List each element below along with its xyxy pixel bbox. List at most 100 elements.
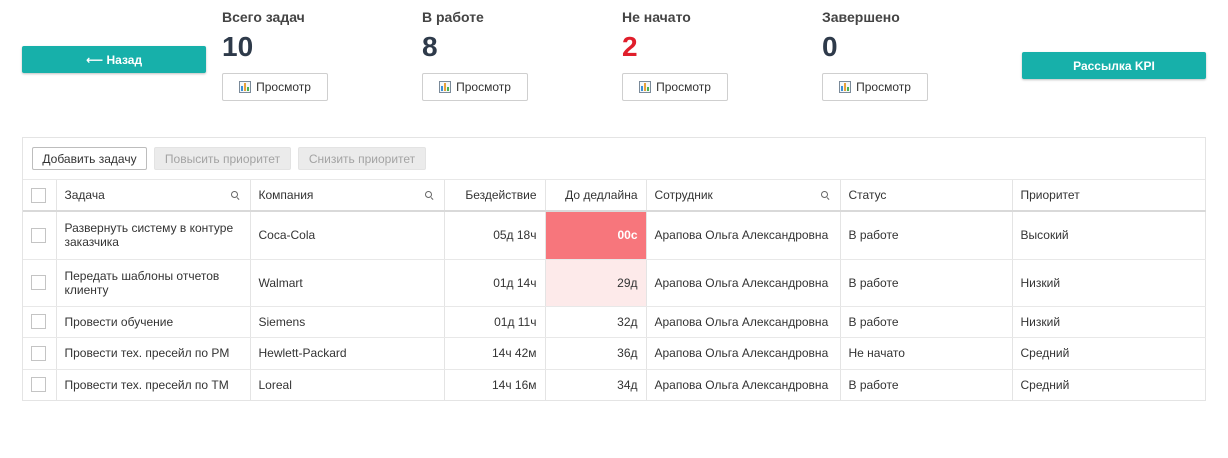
tasks-panel: Добавить задачу Повысить приоритет Снизи…	[22, 137, 1206, 401]
priority-cell: Высокий	[1012, 211, 1206, 260]
status-cell: В работе	[840, 306, 1013, 338]
task-cell: Провести тех. пресейл по PM	[56, 337, 251, 370]
column-idle[interactable]: Бездействие	[444, 180, 546, 212]
search-icon[interactable]	[424, 191, 434, 200]
chart-icon	[239, 81, 252, 93]
deadline-cell: 34д	[545, 369, 647, 400]
stat-completed: Завершено 0	[822, 9, 1002, 64]
row-select-cell	[23, 211, 57, 260]
deadline-cell: 29д	[545, 259, 647, 307]
kpi-mailing-button[interactable]: Рассылка KPI	[1022, 52, 1206, 79]
column-priority-label: Приоритет	[1020, 188, 1080, 202]
back-button[interactable]: ⟵ Назад	[22, 46, 206, 73]
priority-cell: Средний	[1020, 377, 1070, 392]
stat-completed-value: 0	[822, 31, 838, 62]
employee-cell: Арапова Ольга Александровна	[646, 369, 841, 400]
add-task-button[interactable]: Добавить задачу	[32, 147, 147, 170]
deadline-cell: 32д	[545, 306, 647, 338]
search-icon[interactable]	[230, 191, 240, 200]
view-label: Просмотр	[656, 80, 711, 94]
status-cell: В работе	[840, 369, 1013, 400]
deadline-cell: 36д	[545, 337, 647, 370]
row-select-cell	[23, 369, 57, 400]
task-cell: Провести тех. пресейл по TM	[56, 369, 251, 400]
row-select-cell	[23, 259, 57, 307]
idle-cell: 14ч 42м	[444, 337, 546, 370]
stat-not-started-label: Не начато	[622, 9, 691, 25]
row-checkbox[interactable]	[31, 227, 46, 243]
search-icon[interactable]	[820, 191, 830, 200]
priority-cell: Низкий	[1012, 259, 1206, 307]
stat-completed-label: Завершено	[822, 9, 900, 25]
stat-total-label: Всего задач	[222, 9, 305, 25]
lower-priority-button[interactable]: Снизить приоритет	[298, 147, 426, 170]
chart-icon	[839, 81, 852, 93]
employee-cell: Арапова Ольга Александровна	[646, 259, 841, 307]
task-cell: Развернуть систему в контуре заказчика	[56, 211, 251, 260]
select-all-cell	[23, 180, 57, 212]
column-status[interactable]: Статус	[840, 180, 1013, 212]
row-select-cell	[23, 337, 57, 370]
row-checkbox[interactable]	[31, 345, 46, 361]
company-cell: Hewlett-Packard	[250, 337, 445, 370]
task-cell: Провести обучение	[56, 306, 251, 338]
raise-priority-button[interactable]: Повысить приоритет	[154, 147, 291, 170]
column-employee[interactable]: Сотрудник	[646, 180, 841, 212]
task-cell: Передать шаблоны отчетов клиенту	[56, 259, 251, 307]
column-employee-label: Сотрудник	[654, 188, 713, 202]
stat-total-value: 10	[222, 31, 254, 62]
table-row[interactable]: Провести обучение Siemens 01д 11ч 32д Ар…	[23, 306, 1206, 338]
company-cell: Siemens	[250, 306, 445, 338]
column-deadline-label: До дедлайна	[565, 188, 638, 202]
select-all-checkbox[interactable]	[31, 187, 46, 203]
tasks-table: Задача Компания Бездействие До дедлайна …	[23, 180, 1206, 400]
status-cell: В работе	[840, 211, 1013, 260]
idle-cell: 01д 14ч	[444, 259, 546, 307]
employee-cell: Арапова Ольга Александровна	[646, 337, 841, 370]
company-cell: Coca-Cola	[250, 211, 445, 260]
view-not-started-button[interactable]: Просмотр	[622, 73, 728, 101]
column-priority[interactable]: Приоритет	[1012, 180, 1206, 212]
chart-icon	[639, 81, 652, 93]
view-label: Просмотр	[856, 80, 911, 94]
priority-cell: Средний	[1012, 337, 1206, 370]
chart-icon	[439, 81, 452, 93]
company-cell: Loreal	[250, 369, 445, 400]
deadline-cell: 00с	[545, 211, 647, 260]
employee-cell: Арапова Ольга Александровна	[646, 306, 841, 338]
view-label: Просмотр	[456, 80, 511, 94]
column-task-label: Задача	[64, 188, 105, 202]
column-deadline[interactable]: До дедлайна	[545, 180, 647, 212]
table-row[interactable]: Провести тех. пресейл по TM Loreal 14ч 1…	[23, 369, 1206, 400]
table-row[interactable]: Развернуть систему в контуре заказчика C…	[23, 211, 1206, 260]
column-company[interactable]: Компания	[250, 180, 445, 212]
row-select-cell	[23, 306, 57, 338]
table-header-row: Задача Компания Бездействие До дедлайна …	[23, 180, 1206, 212]
column-status-label: Статус	[848, 188, 887, 202]
view-completed-button[interactable]: Просмотр	[822, 73, 928, 101]
stat-not-started-value: 2	[622, 31, 638, 62]
stat-in-progress-value: 8	[422, 31, 438, 62]
view-label: Просмотр	[256, 80, 311, 94]
status-cell: Не начато	[840, 337, 1013, 370]
table-row[interactable]: Провести тех. пресейл по PM Hewlett-Pack…	[23, 337, 1206, 370]
stat-not-started: Не начато 2	[622, 9, 802, 64]
table-row[interactable]: Передать шаблоны отчетов клиенту Walmart…	[23, 259, 1206, 307]
row-checkbox[interactable]	[31, 377, 46, 393]
employee-cell: Арапова Ольга Александровна	[646, 211, 841, 260]
idle-cell: 01д 11ч	[444, 306, 546, 338]
stat-total: Всего задач 10	[222, 9, 402, 64]
tasks-toolbar: Добавить задачу Повысить приоритет Снизи…	[23, 138, 1205, 180]
view-total-button[interactable]: Просмотр	[222, 73, 328, 101]
row-checkbox[interactable]	[31, 275, 46, 291]
row-checkbox[interactable]	[31, 314, 46, 330]
stat-in-progress: В работе 8	[422, 9, 602, 64]
view-in-progress-button[interactable]: Просмотр	[422, 73, 528, 101]
column-idle-label: Бездействие	[465, 188, 537, 202]
company-cell: Walmart	[250, 259, 445, 307]
column-task[interactable]: Задача	[56, 180, 251, 212]
status-cell: В работе	[840, 259, 1013, 307]
idle-cell: 14ч 16м	[444, 369, 546, 400]
priority-cell: Низкий	[1012, 306, 1206, 338]
column-company-label: Компания	[258, 188, 314, 202]
